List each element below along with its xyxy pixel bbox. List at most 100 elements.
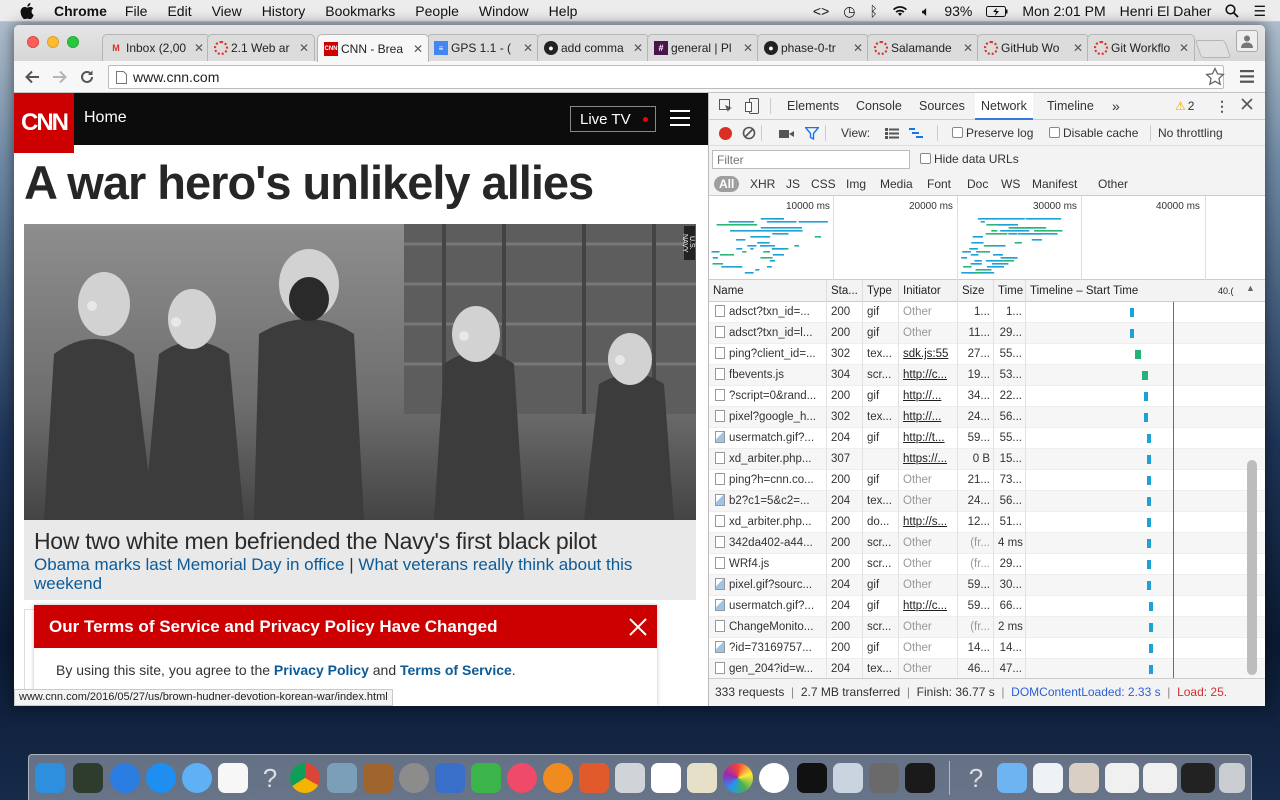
ibooks-author-icon[interactable]: [759, 763, 789, 793]
cell-name[interactable]: xd_arbiter.php...: [709, 512, 827, 533]
page-info-icon[interactable]: [116, 71, 127, 87]
battery-percent[interactable]: 93%: [944, 3, 972, 19]
activity-monitor-icon[interactable]: [73, 763, 103, 793]
hero-photo[interactable]: U.S. NAVY: [24, 224, 696, 520]
hamburger-menu-icon[interactable]: [670, 110, 690, 126]
cell-initiator[interactable]: Other: [899, 659, 958, 678]
type-filter-js[interactable]: JS: [786, 177, 800, 191]
table-row[interactable]: xd_arbiter.php... 200 do... http://s... 12..…: [709, 512, 1265, 533]
close-tab-icon[interactable]: ✕: [1178, 41, 1190, 55]
capture-screenshots-icon[interactable]: [779, 128, 794, 142]
window-thumbnail-1[interactable]: [1105, 763, 1139, 793]
hide-data-urls-checkbox[interactable]: Hide data URLs: [920, 152, 1019, 166]
safari-icon[interactable]: [146, 763, 176, 793]
cell-name[interactable]: pixel.gif?sourc...: [709, 575, 827, 596]
close-tab-icon[interactable]: ✕: [412, 42, 424, 56]
cell-initiator[interactable]: Other: [899, 554, 958, 575]
menu-help[interactable]: Help: [549, 3, 578, 19]
chrome-menu-icon[interactable]: [1240, 70, 1254, 86]
cell-initiator[interactable]: http://c...: [899, 596, 958, 617]
device-mode-icon[interactable]: [745, 98, 759, 117]
messages-icon[interactable]: [182, 763, 212, 793]
large-rows-icon[interactable]: [885, 128, 899, 142]
cell-initiator[interactable]: Other: [899, 323, 958, 344]
close-devtools-icon[interactable]: [1241, 98, 1253, 113]
table-row[interactable]: adsct?txn_id=l... 200 gif Other 11... 29...: [709, 323, 1265, 344]
cell-initiator[interactable]: http://...: [899, 407, 958, 428]
type-filter-css[interactable]: CSS: [811, 177, 836, 191]
ibooks-icon[interactable]: [543, 763, 573, 793]
battery-icon[interactable]: [986, 5, 1008, 17]
app-store-icon[interactable]: [110, 763, 140, 793]
cell-initiator[interactable]: Other: [899, 617, 958, 638]
window-thumbnail-3[interactable]: [1181, 763, 1215, 793]
table-row[interactable]: fbevents.js 304 scr... http://c... 19... 53..…: [709, 365, 1265, 386]
overview-waterfall-icon[interactable]: [909, 128, 923, 142]
cisco-icon[interactable]: [651, 763, 681, 793]
warnings-badge[interactable]: ⚠ 2: [1175, 99, 1194, 113]
menu-file[interactable]: File: [125, 3, 148, 19]
type-filter-img[interactable]: Img: [846, 177, 866, 191]
cell-initiator[interactable]: https://...: [899, 449, 958, 470]
devtools-tab-timeline[interactable]: Timeline: [1047, 93, 1094, 120]
applications-folder-icon[interactable]: [997, 763, 1027, 793]
close-tab-icon[interactable]: ✕: [852, 41, 864, 55]
tab-gmail[interactable]: M Inbox (2,00 ✕: [102, 34, 210, 61]
back-icon[interactable]: [22, 67, 42, 87]
cell-initiator[interactable]: Other: [899, 302, 958, 323]
close-icon[interactable]: [627, 616, 649, 638]
filter-icon[interactable]: [804, 126, 820, 143]
disable-cache-checkbox[interactable]: Disable cache: [1049, 126, 1138, 140]
forward-icon[interactable]: [50, 67, 70, 87]
table-row[interactable]: 342da402-a44... 200 scr... Other (fr... 4 ms: [709, 533, 1265, 554]
type-filter-all[interactable]: All: [714, 176, 740, 192]
menu-people[interactable]: People: [415, 3, 459, 19]
itunes-icon[interactable]: [507, 763, 537, 793]
close-tab-icon[interactable]: ✕: [742, 41, 754, 55]
new-tab-button[interactable]: [1194, 40, 1232, 58]
table-row[interactable]: ping?h=cnn.co... 200 gif Other 21... 73...: [709, 470, 1265, 491]
menu-edit[interactable]: Edit: [167, 3, 191, 19]
unknown-app-icon[interactable]: ?: [255, 763, 285, 793]
volume-icon[interactable]: 🔈︎: [922, 3, 930, 20]
type-filter-xhr[interactable]: XHR: [750, 177, 775, 191]
table-row[interactable]: gen_204?id=w... 204 tex... Other 46... 47...: [709, 659, 1265, 678]
menu-history[interactable]: History: [262, 3, 306, 19]
cell-name[interactable]: 342da402-a44...: [709, 533, 827, 554]
devtools-menu-icon[interactable]: ⋮: [1215, 98, 1229, 115]
cell-initiator[interactable]: sdk.js:55: [899, 344, 958, 365]
document-icon[interactable]: [1033, 763, 1063, 793]
powerpoint-icon[interactable]: [579, 763, 609, 793]
type-filter-other[interactable]: Other: [1098, 177, 1128, 191]
table-row[interactable]: pixel.gif?sourc... 204 gif Other 59... 30...: [709, 575, 1265, 596]
cell-name[interactable]: pixel?google_h...: [709, 407, 827, 428]
table-row[interactable]: WRf4.js 200 scr... Other (fr... 29...: [709, 554, 1265, 575]
devtools-tab-sources[interactable]: Sources: [919, 93, 965, 120]
cell-name[interactable]: gen_204?id=w...: [709, 659, 827, 678]
tab-github-1[interactable]: ● add comma ✕: [537, 34, 649, 61]
time-machine-icon[interactable]: ◷: [843, 3, 855, 20]
cell-initiator[interactable]: http://c...: [899, 365, 958, 386]
close-tab-icon[interactable]: ✕: [1072, 41, 1084, 55]
throttling-select[interactable]: No throttling: [1158, 126, 1223, 140]
filter-input[interactable]: [712, 150, 910, 169]
wifi-icon[interactable]: [892, 5, 908, 17]
calendar-icon[interactable]: [218, 763, 248, 793]
table-row[interactable]: xd_arbiter.php... 307 https://... 0 B 15...: [709, 449, 1265, 470]
cell-initiator[interactable]: Other: [899, 638, 958, 659]
scrollbar-thumb[interactable]: [1247, 460, 1257, 675]
menu-bookmarks[interactable]: Bookmarks: [325, 3, 395, 19]
profile-avatar-icon[interactable]: [1236, 30, 1258, 52]
apple-icon[interactable]: [20, 2, 40, 19]
preview-icon[interactable]: [327, 763, 357, 793]
bookmark-star-icon[interactable]: [1205, 66, 1225, 89]
reload-icon[interactable]: [77, 67, 97, 87]
section-title[interactable]: Home: [84, 109, 127, 127]
live-tv-button[interactable]: Live TV: [570, 106, 656, 132]
type-filter-manifest[interactable]: Manifest: [1032, 177, 1077, 191]
tab-web[interactable]: 2.1 Web ar ✕: [207, 34, 315, 61]
clock[interactable]: Mon 2:01 PM: [1022, 3, 1105, 19]
tab-git-workflow[interactable]: Git Workflo ✕: [1087, 34, 1195, 61]
table-row[interactable]: ping?client_id=... 302 tex... sdk.js:55 27..…: [709, 344, 1265, 365]
clear-icon[interactable]: [742, 126, 756, 143]
